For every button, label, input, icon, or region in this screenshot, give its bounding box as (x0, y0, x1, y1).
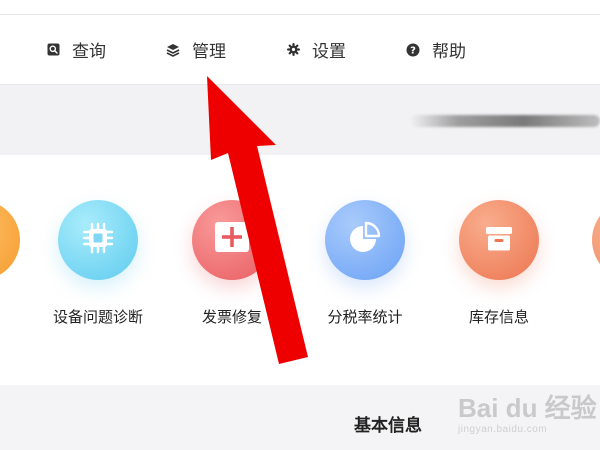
pie-chart-icon (344, 217, 386, 263)
bottom-band (0, 385, 600, 450)
app-tile-invoice-repair[interactable]: 发票修复 (167, 200, 297, 327)
chip-icon (78, 218, 118, 262)
app-tile-label: 设备问题诊断 (52, 308, 143, 326)
app-tile-icon-bg (325, 200, 405, 280)
app-tile-label: 发票修复 (201, 308, 262, 326)
app-tile-icon-bg (459, 200, 539, 280)
plus-box-icon (211, 217, 253, 263)
nav-item-label: 设置 (312, 42, 346, 62)
app-tiles-panel: 设备问题诊断 发票修复 分税率统计 库存信息 (0, 155, 600, 385)
app-tile-label: 库存信息 (468, 308, 529, 326)
app-tile-device-diagnosis[interactable]: 设备问题诊断 (33, 200, 163, 327)
partial-app-tile-left[interactable] (0, 200, 20, 280)
section-title: 基本信息 (354, 416, 422, 436)
app-window: 查询 管理 设置 ? 帮助 设备问题诊断 发票修复 分税率统计 库存信息 基本信… (0, 0, 600, 450)
nav-item-help[interactable]: ? 帮助 (406, 15, 466, 84)
nav-item-query[interactable]: 查询 (46, 15, 106, 84)
nav-item-label: 管理 (192, 42, 226, 62)
nav-item-label: 查询 (72, 42, 106, 62)
archive-box-icon (479, 218, 519, 262)
app-tile-icon-bg (192, 200, 272, 280)
brush-stroke-mark (410, 115, 600, 127)
nav-item-settings[interactable]: 设置 (286, 15, 346, 84)
app-tile-inventory-info[interactable]: 库存信息 (434, 200, 564, 327)
app-tile-tax-rate-stats[interactable]: 分税率统计 (300, 200, 430, 327)
top-navbar: 查询 管理 设置 ? 帮助 (0, 15, 600, 85)
top-strip (0, 0, 600, 15)
app-tile-label: 分税率统计 (327, 308, 403, 326)
nav-item-manage[interactable]: 管理 (166, 15, 226, 84)
partial-app-tile-right[interactable] (592, 200, 600, 280)
gear-icon (286, 43, 300, 57)
app-tile-icon-bg (58, 200, 138, 280)
layers-icon (166, 43, 180, 57)
svg-text:?: ? (410, 45, 416, 56)
nav-item-label: 帮助 (432, 42, 466, 62)
help-icon: ? (406, 43, 420, 57)
search-icon (46, 43, 60, 57)
